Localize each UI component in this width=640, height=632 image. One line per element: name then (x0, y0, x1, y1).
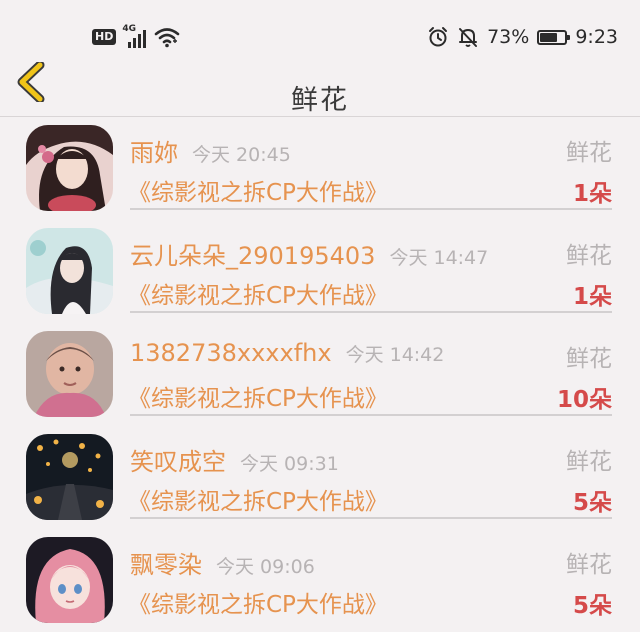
item-name-row: 雨妳 今天 20:45 (130, 133, 291, 168)
gift-type: 鲜花 (566, 346, 612, 372)
work-title[interactable]: 《综影视之拆CP大作战》 (128, 482, 388, 516)
item-name-row: 飘零染 今天 09:06 (130, 545, 315, 580)
item-time: 今天 14:47 (389, 247, 489, 269)
user-name[interactable]: 笑叹成空 (130, 448, 226, 476)
app-header: 鲜花 (0, 60, 640, 117)
divider (130, 208, 612, 210)
item-time: 今天 14:42 (345, 344, 445, 366)
signal-icon: 4G (122, 24, 148, 48)
item-name-row: 云儿朵朵_290195403 今天 14:47 (130, 236, 488, 271)
gift-type: 鲜花 (566, 552, 612, 578)
status-left: HD 4G (92, 24, 180, 49)
list-item[interactable]: 云儿朵朵_290195403 今天 14:47 鲜花 《综影视之拆CP大作战》 1… (0, 220, 640, 323)
avatar[interactable] (26, 331, 113, 417)
list-item[interactable]: 笑叹成空 今天 09:31 鲜花 《综影视之拆CP大作战》 5朵 (0, 426, 640, 529)
list-item[interactable]: 1382738xxxxfhx 今天 14:42 鲜花 《综影视之拆CP大作战》 1… (0, 323, 640, 426)
divider (130, 311, 612, 313)
page-title: 鲜花 (291, 85, 349, 116)
user-name[interactable]: 云儿朵朵_290195403 (130, 242, 375, 270)
user-name[interactable]: 雨妳 (130, 139, 178, 167)
status-right: 73% 9:23 (427, 24, 618, 50)
user-name[interactable]: 1382738xxxxfhx (130, 339, 332, 367)
work-title[interactable]: 《综影视之拆CP大作战》 (128, 585, 388, 619)
battery-percent: 73% (487, 26, 530, 48)
avatar[interactable] (26, 228, 113, 314)
gift-type: 鲜花 (566, 449, 612, 475)
gift-count: 5朵 (572, 490, 612, 516)
gift-count: 1朵 (572, 284, 612, 310)
user-name[interactable]: 飘零染 (130, 551, 202, 579)
avatar[interactable] (26, 537, 113, 623)
clock: 9:23 (575, 26, 618, 48)
item-name-row: 笑叹成空 今天 09:31 (130, 442, 339, 477)
divider (130, 414, 612, 416)
gift-count: 1朵 (572, 181, 612, 207)
gift-count: 10朵 (556, 387, 612, 413)
wifi-icon (155, 28, 180, 48)
work-title[interactable]: 《综影视之拆CP大作战》 (128, 173, 388, 207)
status-bar: HD 4G 73% 9:23 (0, 0, 640, 60)
item-time: 今天 09:06 (216, 556, 315, 578)
gift-record-list: 雨妳 今天 20:45 鲜花 《综影视之拆CP大作战》 1朵 云儿朵朵_29019… (0, 117, 640, 632)
work-title[interactable]: 《综影视之拆CP大作战》 (128, 276, 388, 310)
item-name-row: 1382738xxxxfhx 今天 14:42 (130, 339, 444, 367)
gift-type: 鲜花 (566, 140, 612, 166)
list-item[interactable]: 飘零染 今天 09:06 鲜花 《综影视之拆CP大作战》 5朵 (0, 529, 640, 632)
battery-fill (540, 32, 558, 42)
avatar[interactable] (26, 434, 113, 520)
battery-icon (537, 29, 571, 45)
divider (130, 517, 612, 519)
alarm-icon (429, 27, 448, 47)
item-time: 今天 20:45 (192, 144, 291, 166)
work-title[interactable]: 《综影视之拆CP大作战》 (128, 379, 388, 413)
mute-bell-icon (459, 28, 478, 47)
gift-type: 鲜花 (566, 243, 612, 269)
item-time: 今天 09:31 (240, 453, 339, 475)
hd-badge: HD (92, 29, 117, 45)
list-item[interactable]: 雨妳 今天 20:45 鲜花 《综影视之拆CP大作战》 1朵 (0, 117, 640, 220)
gift-count: 5朵 (572, 593, 612, 619)
avatar[interactable] (26, 125, 113, 211)
